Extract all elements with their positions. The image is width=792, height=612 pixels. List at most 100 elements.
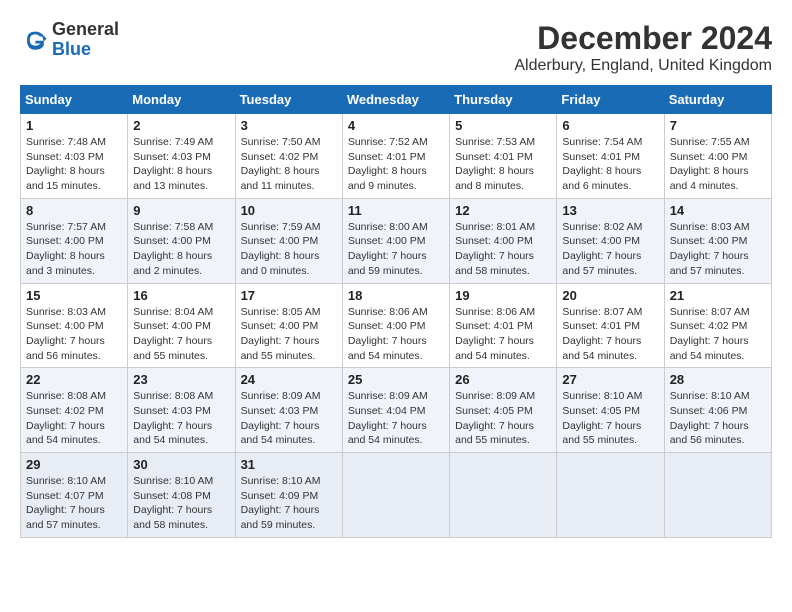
page-header: General Blue December 2024 Alderbury, En… [20,20,772,75]
day-number: 27 [562,372,658,387]
day-number: 1 [26,118,122,133]
calendar-day-cell [342,453,449,538]
weekday-header-tuesday: Tuesday [235,86,342,114]
day-info: Sunrise: 8:07 AM Sunset: 4:02 PM Dayligh… [670,305,766,364]
day-number: 5 [455,118,551,133]
calendar-day-cell [664,453,771,538]
calendar-day-cell: 15 Sunrise: 8:03 AM Sunset: 4:00 PM Dayli… [21,283,128,368]
calendar-day-cell: 12Sunrise: 8:01 AM Sunset: 4:00 PM Dayli… [450,198,557,283]
day-number: 14 [670,203,766,218]
calendar-day-cell: 24 Sunrise: 8:09 AM Sunset: 4:03 PM Dayli… [235,368,342,453]
day-info: Sunrise: 8:10 AM Sunset: 4:06 PM Dayligh… [670,389,766,448]
day-number: 20 [562,288,658,303]
calendar-day-cell: 21 Sunrise: 8:07 AM Sunset: 4:02 PM Dayli… [664,283,771,368]
calendar-day-cell: 10 Sunrise: 7:59 AM Sunset: 4:00 PM Dayli… [235,198,342,283]
calendar-day-cell: 25 Sunrise: 8:09 AM Sunset: 4:04 PM Dayli… [342,368,449,453]
day-number: 17 [241,288,337,303]
calendar-day-cell: 19 Sunrise: 8:06 AM Sunset: 4:01 PM Dayli… [450,283,557,368]
logo: General Blue [20,20,119,60]
day-number: 30 [133,457,229,472]
day-info: Sunrise: 7:57 AM Sunset: 4:00 PM Dayligh… [26,220,122,279]
day-info: Sunrise: 7:55 AM Sunset: 4:00 PM Dayligh… [670,135,766,194]
calendar-day-cell: 5 Sunrise: 7:53 AM Sunset: 4:01 PM Daylig… [450,114,557,199]
weekday-header-saturday: Saturday [664,86,771,114]
day-number: 15 [26,288,122,303]
calendar-day-cell: 22 Sunrise: 8:08 AM Sunset: 4:02 PM Dayli… [21,368,128,453]
day-info: Sunrise: 7:52 AM Sunset: 4:01 PM Dayligh… [348,135,444,194]
weekday-header-thursday: Thursday [450,86,557,114]
calendar-week-row: 29Sunrise: 8:10 AM Sunset: 4:07 PM Dayli… [21,453,772,538]
page-subtitle: Alderbury, England, United Kingdom [514,57,772,75]
calendar-day-cell: 3Sunrise: 7:50 AM Sunset: 4:02 PM Daylig… [235,114,342,199]
day-info: Sunrise: 8:08 AM Sunset: 4:02 PM Dayligh… [26,389,122,448]
day-number: 28 [670,372,766,387]
day-number: 13 [562,203,658,218]
calendar-week-row: 8 Sunrise: 7:57 AM Sunset: 4:00 PM Daylig… [21,198,772,283]
day-number: 25 [348,372,444,387]
calendar-day-cell: 13 Sunrise: 8:02 AM Sunset: 4:00 PM Dayli… [557,198,664,283]
weekday-header-monday: Monday [128,86,235,114]
day-info: Sunrise: 8:01 AM Sunset: 4:00 PM Dayligh… [455,220,551,279]
day-number: 22 [26,372,122,387]
calendar-day-cell: 31Sunrise: 8:10 AM Sunset: 4:09 PM Dayli… [235,453,342,538]
day-info: Sunrise: 8:07 AM Sunset: 4:01 PM Dayligh… [562,305,658,364]
day-info: Sunrise: 8:10 AM Sunset: 4:05 PM Dayligh… [562,389,658,448]
weekday-header-friday: Friday [557,86,664,114]
calendar-week-row: 1Sunrise: 7:48 AM Sunset: 4:03 PM Daylig… [21,114,772,199]
calendar-day-cell: 30 Sunrise: 8:10 AM Sunset: 4:08 PM Dayli… [128,453,235,538]
day-number: 11 [348,203,444,218]
calendar-day-cell: 23 Sunrise: 8:08 AM Sunset: 4:03 PM Dayli… [128,368,235,453]
day-number: 6 [562,118,658,133]
day-info: Sunrise: 8:06 AM Sunset: 4:01 PM Dayligh… [455,305,551,364]
calendar-day-cell: 27 Sunrise: 8:10 AM Sunset: 4:05 PM Dayli… [557,368,664,453]
weekday-header-wednesday: Wednesday [342,86,449,114]
day-info: Sunrise: 8:09 AM Sunset: 4:05 PM Dayligh… [455,389,551,448]
day-info: Sunrise: 7:49 AM Sunset: 4:03 PM Dayligh… [133,135,229,194]
day-number: 16 [133,288,229,303]
calendar-week-row: 15 Sunrise: 8:03 AM Sunset: 4:00 PM Dayli… [21,283,772,368]
calendar-day-cell: 14 Sunrise: 8:03 AM Sunset: 4:00 PM Dayli… [664,198,771,283]
day-info: Sunrise: 8:06 AM Sunset: 4:00 PM Dayligh… [348,305,444,364]
day-info: Sunrise: 8:04 AM Sunset: 4:00 PM Dayligh… [133,305,229,364]
day-info: Sunrise: 7:58 AM Sunset: 4:00 PM Dayligh… [133,220,229,279]
calendar-day-cell: 18Sunrise: 8:06 AM Sunset: 4:00 PM Dayli… [342,283,449,368]
day-info: Sunrise: 8:10 AM Sunset: 4:09 PM Dayligh… [241,474,337,533]
day-number: 8 [26,203,122,218]
calendar-day-cell: 8 Sunrise: 7:57 AM Sunset: 4:00 PM Daylig… [21,198,128,283]
calendar-day-cell: 28 Sunrise: 8:10 AM Sunset: 4:06 PM Dayli… [664,368,771,453]
day-info: Sunrise: 8:10 AM Sunset: 4:08 PM Dayligh… [133,474,229,533]
day-info: Sunrise: 7:53 AM Sunset: 4:01 PM Dayligh… [455,135,551,194]
day-number: 21 [670,288,766,303]
day-info: Sunrise: 7:50 AM Sunset: 4:02 PM Dayligh… [241,135,337,194]
day-number: 19 [455,288,551,303]
title-block: December 2024 Alderbury, England, United… [514,20,772,75]
day-number: 24 [241,372,337,387]
calendar-day-cell: 4Sunrise: 7:52 AM Sunset: 4:01 PM Daylig… [342,114,449,199]
day-info: Sunrise: 7:59 AM Sunset: 4:00 PM Dayligh… [241,220,337,279]
logo-icon [20,26,48,54]
day-info: Sunrise: 8:02 AM Sunset: 4:00 PM Dayligh… [562,220,658,279]
calendar-day-cell: 1Sunrise: 7:48 AM Sunset: 4:03 PM Daylig… [21,114,128,199]
weekday-header-row: SundayMondayTuesdayWednesdayThursdayFrid… [21,86,772,114]
day-info: Sunrise: 8:08 AM Sunset: 4:03 PM Dayligh… [133,389,229,448]
calendar-week-row: 22 Sunrise: 8:08 AM Sunset: 4:02 PM Dayli… [21,368,772,453]
day-info: Sunrise: 8:03 AM Sunset: 4:00 PM Dayligh… [26,305,122,364]
day-info: Sunrise: 8:09 AM Sunset: 4:04 PM Dayligh… [348,389,444,448]
day-info: Sunrise: 8:00 AM Sunset: 4:00 PM Dayligh… [348,220,444,279]
calendar-header: SundayMondayTuesdayWednesdayThursdayFrid… [21,86,772,114]
day-number: 10 [241,203,337,218]
day-number: 9 [133,203,229,218]
day-info: Sunrise: 8:03 AM Sunset: 4:00 PM Dayligh… [670,220,766,279]
day-number: 29 [26,457,122,472]
logo-text: General Blue [52,20,119,60]
day-number: 7 [670,118,766,133]
calendar-day-cell: 6Sunrise: 7:54 AM Sunset: 4:01 PM Daylig… [557,114,664,199]
day-info: Sunrise: 8:05 AM Sunset: 4:00 PM Dayligh… [241,305,337,364]
day-info: Sunrise: 8:09 AM Sunset: 4:03 PM Dayligh… [241,389,337,448]
calendar-body: 1Sunrise: 7:48 AM Sunset: 4:03 PM Daylig… [21,114,772,538]
day-number: 23 [133,372,229,387]
calendar-day-cell: 26 Sunrise: 8:09 AM Sunset: 4:05 PM Dayli… [450,368,557,453]
day-number: 26 [455,372,551,387]
calendar-day-cell [557,453,664,538]
calendar-day-cell: 7 Sunrise: 7:55 AM Sunset: 4:00 PM Daylig… [664,114,771,199]
